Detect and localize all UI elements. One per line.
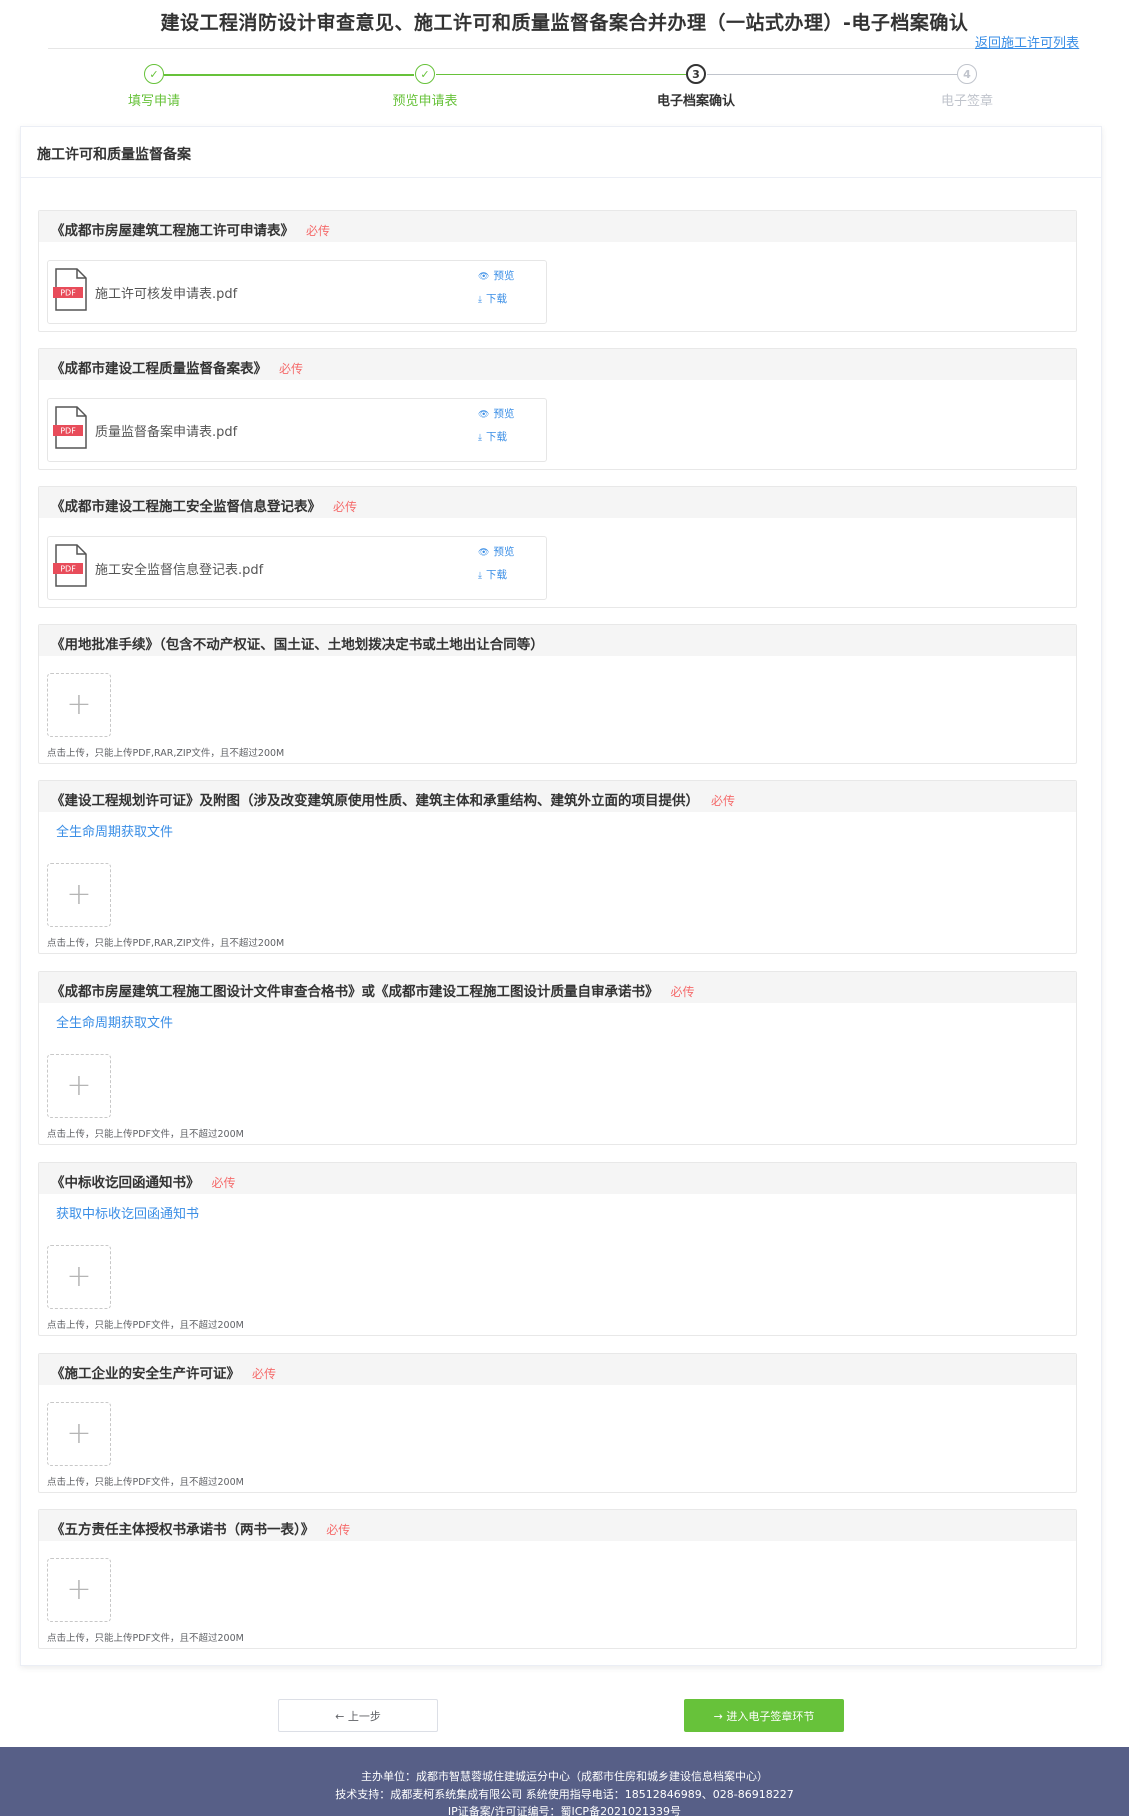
- section-drawing-review-certificate: 《成都市房屋建筑工程施工图设计文件审查合格书》或《成都市建设工程施工图设计质量自…: [38, 971, 1077, 1145]
- progress-steps: ✓ 填写申请 ✓ 预览申请表 3 电子档案确认 4 电子签章: [0, 64, 1129, 114]
- upload-button[interactable]: +: [47, 1054, 111, 1118]
- file-item: PDF 施工安全监督信息登记表.pdf 👁 预览 ⤓ 下载: [47, 536, 547, 600]
- eye-icon: 👁: [478, 548, 490, 558]
- check-icon: ✓: [415, 64, 435, 84]
- file-name: 施工安全监督信息登记表.pdf: [95, 563, 264, 578]
- required-badge: 必传: [211, 1176, 236, 1190]
- svg-text:PDF: PDF: [60, 565, 76, 574]
- upload-hint: 点击上传，只能上传PDF,RAR,ZIP文件，且不超过200M: [47, 938, 285, 949]
- svg-text:PDF: PDF: [60, 427, 76, 436]
- required-badge: 必传: [252, 1367, 277, 1381]
- plus-icon: +: [66, 877, 92, 912]
- card-title: 施工许可和质量监督备案: [21, 127, 1101, 178]
- download-icon: ⤓: [478, 433, 482, 443]
- check-icon: ✓: [144, 64, 164, 84]
- upload-button[interactable]: +: [47, 1558, 111, 1622]
- enter-e-signature-button[interactable]: → 进入电子签章环节: [684, 1699, 844, 1732]
- section-land-approval: 《用地批准手续》（包含不动产权证、国土证、土地划拨决定书或土地出让合同等） + …: [38, 624, 1077, 764]
- required-badge: 必传: [670, 985, 695, 999]
- back-to-permit-list-link[interactable]: 返回施工许可列表: [975, 32, 1079, 51]
- upload-button[interactable]: +: [47, 1402, 111, 1466]
- upload-hint: 点击上传，只能上传PDF文件，且不超过200M: [47, 1320, 244, 1331]
- required-badge: 必传: [711, 794, 736, 808]
- upload-hint: 点击上传，只能上传PDF,RAR,ZIP文件，且不超过200M: [47, 748, 285, 759]
- upload-button[interactable]: +: [47, 673, 111, 737]
- eye-icon: 👁: [478, 272, 490, 282]
- section-title: 《中标收讫回函通知书》 必传: [39, 1163, 1076, 1194]
- eye-icon: 👁: [478, 410, 490, 420]
- file-item: PDF 质量监督备案申请表.pdf 👁 预览 ⤓ 下载: [47, 398, 547, 462]
- file-name: 施工许可核发申请表.pdf: [95, 287, 238, 302]
- download-link[interactable]: ⤓ 下载: [478, 429, 507, 444]
- download-icon: ⤓: [478, 571, 482, 581]
- upload-button[interactable]: +: [47, 863, 111, 927]
- page-title: 建设工程消防设计审查意见、施工许可和质量监督备案合并办理（一站式办理）-电子档案…: [160, 12, 969, 34]
- step-label: 填写申请: [127, 94, 180, 109]
- preview-link[interactable]: 👁 预览: [478, 406, 514, 421]
- footer-icp: IP证备案/许可证编号：蜀ICP备2021021339号: [447, 1805, 682, 1816]
- section-quality-supervision-form: 《成都市建设工程质量监督备案表》 必传 PDF 质量监督备案申请表.pdf 👁 预览…: [38, 348, 1077, 470]
- lifecycle-fetch-link[interactable]: 全生命周期获取文件: [56, 1012, 173, 1031]
- section-five-party-authorization: 《五方责任主体授权书承诺书（两书一表）》 必传 + 点击上传，只能上传PDF文件，…: [38, 1509, 1077, 1649]
- required-badge: 必传: [279, 362, 304, 376]
- section-safety-production-license: 《施工企业的安全生产许可证》 必传 + 点击上传，只能上传PDF文件，且不超过20…: [38, 1353, 1077, 1493]
- step-archive-confirm: 3 电子档案确认: [616, 64, 776, 109]
- section-bid-notice: 《中标收讫回函通知书》 必传 获取中标收讫回函通知书 + 点击上传，只能上传PDF…: [38, 1162, 1077, 1336]
- section-title: 《用地批准手续》（包含不动产权证、国土证、土地划拨决定书或土地出让合同等）: [39, 625, 1076, 656]
- download-link[interactable]: ⤓ 下载: [478, 291, 507, 306]
- site-footer: 主办单位：成都市智慧蓉城住建城运分中心（成都市住房和城乡建设信息档案中心） 技术…: [0, 1747, 1129, 1816]
- required-badge: 必传: [306, 224, 331, 238]
- archive-card: 施工许可和质量监督备案 《成都市房屋建筑工程施工许可申请表》 必传 PDF 施工许…: [20, 126, 1102, 1666]
- step-number: 3: [686, 64, 706, 84]
- download-link[interactable]: ⤓ 下载: [478, 567, 507, 582]
- plus-icon: +: [66, 687, 92, 722]
- step-e-signature: 4 电子签章: [887, 64, 1047, 109]
- upload-hint: 点击上传，只能上传PDF文件，且不超过200M: [47, 1633, 244, 1644]
- download-icon: ⤓: [478, 295, 482, 305]
- step-label: 电子签章: [940, 94, 993, 109]
- pdf-file-icon: PDF: [53, 268, 87, 311]
- upload-hint: 点击上传，只能上传PDF文件，且不超过200M: [47, 1477, 244, 1488]
- title-divider: [48, 48, 1080, 49]
- preview-link[interactable]: 👁 预览: [478, 544, 514, 559]
- section-title: 《成都市建设工程施工安全监督信息登记表》 必传: [39, 487, 1076, 518]
- section-planning-permit: 《建设工程规划许可证》及附图（涉及改变建筑原使用性质、建筑主体和承重结构、建筑外…: [38, 780, 1077, 954]
- upload-hint: 点击上传，只能上传PDF文件，且不超过200M: [47, 1129, 244, 1140]
- pdf-file-icon: PDF: [53, 406, 87, 449]
- section-safety-supervision-form: 《成都市建设工程施工安全监督信息登记表》 必传 PDF 施工安全监督信息登记表.p…: [38, 486, 1077, 608]
- step-label: 电子档案确认: [656, 94, 735, 109]
- section-title: 《建设工程规划许可证》及附图（涉及改变建筑原使用性质、建筑主体和承重结构、建筑外…: [39, 781, 1076, 812]
- bid-notice-fetch-link[interactable]: 获取中标收讫回函通知书: [56, 1203, 199, 1222]
- required-badge: 必传: [326, 1523, 351, 1537]
- section-title: 《施工企业的安全生产许可证》 必传: [39, 1354, 1076, 1385]
- pdf-file-icon: PDF: [53, 544, 87, 587]
- upload-button[interactable]: +: [47, 1245, 111, 1309]
- section-title: 《成都市房屋建筑工程施工图设计文件审查合格书》或《成都市建设工程施工图设计质量自…: [39, 972, 1076, 1003]
- previous-step-button[interactable]: ← 上一步: [278, 1699, 438, 1732]
- section-title: 《五方责任主体授权书承诺书（两书一表）》 必传: [39, 1510, 1076, 1541]
- required-badge: 必传: [333, 500, 358, 514]
- section-construction-permit-form: 《成都市房屋建筑工程施工许可申请表》 必传 PDF 施工许可核发申请表.pdf 👁…: [38, 210, 1077, 332]
- step-label: 预览申请表: [392, 94, 458, 109]
- svg-text:PDF: PDF: [60, 289, 76, 298]
- plus-icon: +: [66, 1572, 92, 1607]
- step-fill-application: ✓ 填写申请: [74, 64, 234, 109]
- plus-icon: +: [66, 1068, 92, 1103]
- footer-host: 主办单位：成都市智慧蓉城住建城运分中心（成都市住房和城乡建设信息档案中心）: [361, 1770, 768, 1783]
- section-title: 《成都市建设工程质量监督备案表》 必传: [39, 349, 1076, 380]
- file-item: PDF 施工许可核发申请表.pdf 👁 预览 ⤓ 下载: [47, 260, 547, 324]
- step-preview-form: ✓ 预览申请表: [345, 64, 505, 109]
- section-title: 《成都市房屋建筑工程施工许可申请表》 必传: [39, 211, 1076, 242]
- plus-icon: +: [66, 1259, 92, 1294]
- footer-support: 技术支持：成都麦柯系统集成有限公司 系统使用指导电话：18512846989、0…: [335, 1787, 794, 1801]
- lifecycle-fetch-link[interactable]: 全生命周期获取文件: [56, 821, 173, 840]
- step-number: 4: [957, 64, 977, 84]
- plus-icon: +: [66, 1416, 92, 1451]
- file-name: 质量监督备案申请表.pdf: [95, 425, 238, 440]
- preview-link[interactable]: 👁 预览: [478, 268, 514, 283]
